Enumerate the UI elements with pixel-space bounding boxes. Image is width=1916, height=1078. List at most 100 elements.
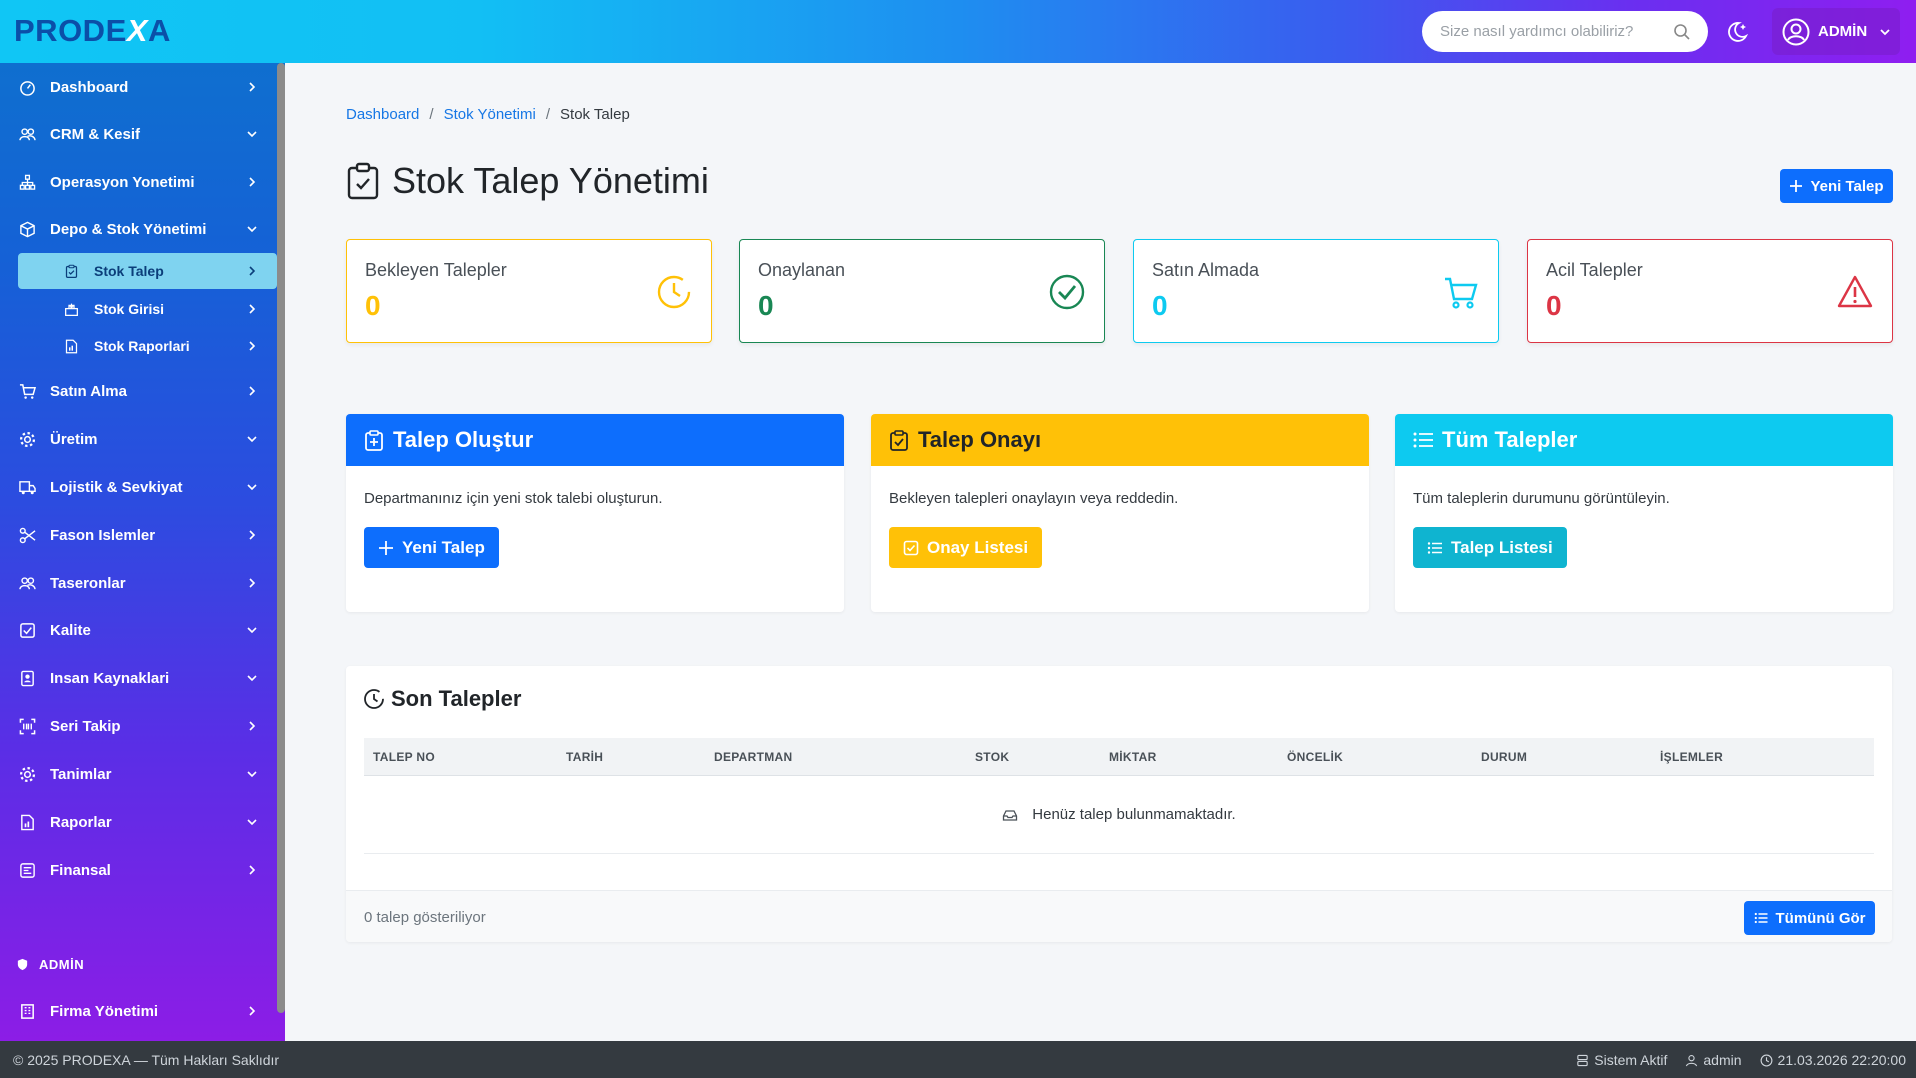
cart-icon: [19, 383, 36, 399]
box-icon: [20, 221, 35, 237]
user-icon: [1686, 1054, 1698, 1066]
sidebar-item-satın-alma[interactable]: Satın Alma: [0, 371, 277, 411]
stat-card-urgent: Acil Talepler 0: [1527, 239, 1893, 343]
sidebar-item-insan-kaynaklari[interactable]: Insan Kaynaklari: [0, 658, 277, 698]
building-icon: [21, 1003, 34, 1019]
sidebar-subitem-label: Stok Girisi: [94, 301, 165, 317]
search-input[interactable]: [1440, 23, 1672, 40]
sidebar-section-admin: ADMİN: [16, 957, 84, 972]
breadcrumb: Dashboard / Stok Yönetimi / Stok Talep: [346, 106, 630, 123]
chevron-right-icon: [249, 865, 256, 875]
card-header: Talep Oluştur: [346, 414, 844, 466]
brand-logo[interactable]: PRODEXA: [14, 13, 171, 49]
sidebar-item-depo-stok-yönetimi[interactable]: Depo & Stok Yönetimi: [0, 209, 277, 249]
chevron-right-icon: [249, 266, 256, 276]
sidebar-item-firma-yonetimi[interactable]: Firma Yönetimi: [0, 991, 277, 1031]
chevron-right-icon: [249, 304, 256, 314]
breadcrumb-home-link[interactable]: Dashboard: [346, 106, 419, 123]
sidebar-subitem-stok-talep[interactable]: Stok Talep: [18, 253, 277, 289]
view-all-button[interactable]: Tümünü Gör: [1744, 901, 1875, 935]
gear-icon: [19, 766, 36, 782]
sidebar-scrollbar[interactable]: [277, 63, 285, 1013]
sidebar-item-taseronlar[interactable]: Taseronlar: [0, 563, 277, 603]
sidebar-item-kalite[interactable]: Kalite: [0, 610, 277, 650]
truck-icon: [19, 480, 36, 494]
column-header[interactable]: STOK: [975, 750, 1009, 764]
sidebar-item-raporlar[interactable]: Raporlar: [0, 802, 277, 842]
column-header[interactable]: DURUM: [1481, 750, 1527, 764]
clipboard-check-icon: [347, 162, 379, 200]
sidebar-item-label: Taseronlar: [50, 574, 126, 592]
column-header[interactable]: TALEP NO: [373, 750, 435, 764]
card-title: Tüm Talepler: [1442, 427, 1578, 452]
sidebar-item-dashboard[interactable]: Dashboard: [0, 67, 277, 107]
clipboard-icon: [65, 264, 78, 278]
sidebar-item-label: Kalite: [50, 621, 91, 639]
breadcrumb-parent-link[interactable]: Stok Yönetimi: [444, 106, 536, 123]
create-request-button[interactable]: Yeni Talep: [364, 527, 499, 568]
chevron-right-icon: [249, 177, 256, 187]
card-title: Talep Onayı: [918, 427, 1042, 452]
sidebar-item-tanimlar[interactable]: Tanimlar: [0, 754, 277, 794]
column-header[interactable]: DEPARTMAN: [714, 750, 792, 764]
inbox-icon: [1003, 809, 1018, 821]
breadcrumb-separator: /: [545, 106, 551, 123]
chevron-right-icon: [249, 578, 256, 588]
chevron-right-icon: [249, 530, 256, 540]
footer-datetime: 21.03.2026 22:20:00: [1760, 1052, 1906, 1068]
card-title: Talep Oluştur: [393, 427, 534, 452]
sidebar-subitem-label: Stok Raporlari: [94, 338, 190, 354]
sidebar-item-label: Depo & Stok Yönetimi: [50, 220, 207, 238]
stat-value: 0: [1152, 290, 1168, 321]
user-menu-button[interactable]: ADMİN: [1772, 8, 1900, 55]
system-status: Sistem Aktif: [1576, 1052, 1667, 1068]
scan-icon: [19, 718, 36, 734]
list-icon: [1413, 432, 1433, 448]
sidebar-subitem-label: Stok Talep: [94, 263, 164, 279]
sidebar-item-seri-takip[interactable]: Seri Takip: [0, 706, 277, 746]
approval-list-button[interactable]: Onay Listesi: [889, 527, 1043, 568]
theme-toggle-button[interactable]: [1720, 15, 1754, 49]
new-request-button-top[interactable]: Yeni Talep: [1780, 169, 1893, 203]
sidebar-subitem-stok-girisi[interactable]: Stok Girisi: [18, 291, 277, 327]
breadcrumb-separator: /: [429, 106, 434, 123]
search-icon[interactable]: [1672, 22, 1692, 42]
sidebar-item-operasyon-yonetimi[interactable]: Operasyon Yonetimi: [0, 162, 277, 202]
column-header[interactable]: İŞLEMLER: [1660, 750, 1723, 764]
sidebar-item-label: CRM & Kesif: [50, 125, 141, 143]
stat-card-approved: Onaylanan 0: [739, 239, 1105, 343]
server-icon: [1577, 1054, 1588, 1066]
table-footer: 0 talep gösteriliyor Tümünü Gör: [346, 890, 1892, 942]
empty-message: Henüz talep bulunmamaktadır.: [1032, 806, 1236, 823]
chevron-right-icon: [249, 1006, 256, 1016]
footer-status: Sistem Aktif admin 21.03.2026 22:20:00: [1576, 1052, 1906, 1068]
stat-label: Onaylanan: [758, 260, 846, 280]
sidebar-subitem-stok-raporlari[interactable]: Stok Raporlari: [18, 328, 277, 364]
column-header[interactable]: TARİH: [566, 750, 603, 764]
list-icon: [1427, 541, 1442, 554]
scissors-icon: [19, 527, 36, 543]
sidebar-item-fason-islemler[interactable]: Fason Islemler: [0, 515, 277, 555]
sidebar-item-label: Lojistik & Sevkiyat: [50, 478, 183, 496]
brand-prefix: PRODE: [14, 13, 127, 48]
button-label: Onay Listesi: [927, 537, 1029, 557]
column-header[interactable]: ÖNCELİK: [1287, 750, 1343, 764]
brand-x: X: [126, 13, 148, 48]
chevron-down-icon: [247, 819, 257, 826]
sidebar-item-lojistik-sevkiyat[interactable]: Lojistik & Sevkiyat: [0, 467, 277, 507]
copyright-text: © 2025 PRODEXA — Tüm Hakları Saklıdır: [13, 1052, 280, 1068]
chevron-down-icon: [247, 484, 257, 491]
chevron-down-icon: [1880, 28, 1890, 35]
footer-user: admin: [1685, 1052, 1742, 1068]
column-header[interactable]: MİKTAR: [1109, 750, 1157, 764]
sidebar-item-üretim[interactable]: Üretim: [0, 419, 277, 459]
sidebar-item-finansal[interactable]: Finansal: [0, 850, 277, 890]
card-description: Bekleyen talepleri onaylayın veya redded…: [889, 490, 1179, 507]
plus-icon: [1790, 180, 1803, 192]
chevron-down-icon: [247, 226, 257, 233]
sidebar-item-label: Raporlar: [50, 813, 112, 831]
request-list-button[interactable]: Talep Listesi: [1413, 527, 1567, 568]
sidebar-item-crm-kesif[interactable]: CRM & Kesif: [0, 114, 277, 154]
card-header: Talep Onayı: [871, 414, 1369, 466]
sidebar-item-label: Dashboard: [50, 78, 129, 96]
